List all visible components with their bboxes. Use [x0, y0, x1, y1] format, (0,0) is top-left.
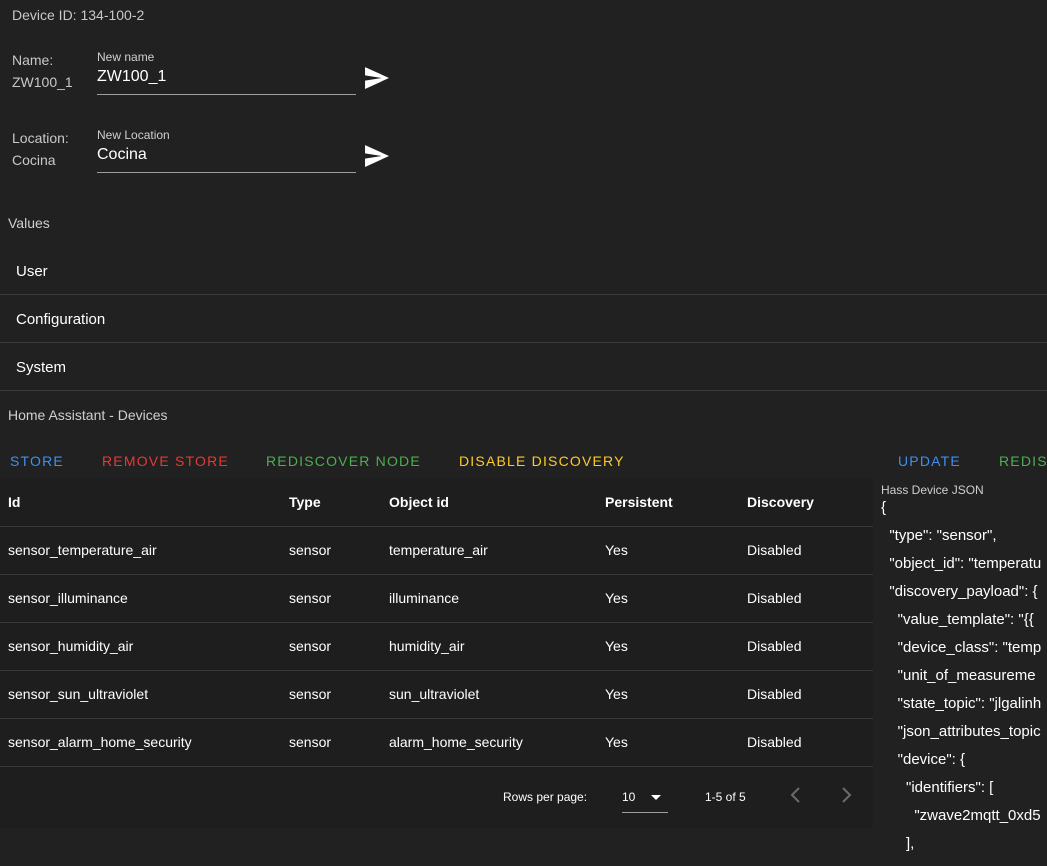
json-line: "identifiers": [ — [881, 779, 994, 796]
table-row[interactable]: sensor_temperature_air sensor temperatur… — [0, 527, 873, 575]
hass-json-editor[interactable]: { "type": "sensor", "object_id": "temper… — [881, 494, 1047, 858]
new-name-label: New name — [97, 50, 155, 64]
table-row[interactable]: sensor_alarm_home_security sensor alarm_… — [0, 719, 873, 767]
panel-configuration[interactable]: Configuration — [0, 296, 1047, 343]
header-object-id[interactable]: Object id — [389, 494, 449, 510]
next-page-button[interactable] — [838, 786, 854, 809]
device-id-label: Device ID: 134-100-2 — [12, 7, 145, 23]
store-button[interactable]: STORE — [10, 453, 64, 469]
location-label: Location: — [12, 130, 69, 146]
json-line: { — [881, 499, 887, 516]
json-line: "value_template": "{{ — [881, 611, 1038, 628]
cell-discovery: Disabled — [747, 590, 802, 606]
disable-discovery-button[interactable]: DISABLE DISCOVERY — [459, 453, 625, 469]
json-line: ], — [881, 835, 915, 852]
cell-persistent: Yes — [605, 638, 628, 654]
update-button[interactable]: UPDATE — [898, 453, 961, 469]
cell-discovery: Disabled — [747, 542, 802, 558]
new-name-input[interactable]: ZW100_1 — [97, 68, 356, 86]
chevron-down-icon — [651, 795, 661, 800]
json-line: "object_id": "temperatu — [881, 555, 1042, 572]
chevron-left-icon — [790, 787, 800, 803]
cell-object-id: illuminance — [389, 590, 460, 606]
cell-object-id: temperature_air — [389, 542, 488, 558]
rediscover-button[interactable]: REDIS — [999, 453, 1047, 469]
json-line: "device": { — [881, 751, 966, 768]
json-line: "unit_of_measureme — [881, 667, 1036, 684]
hass-title: Home Assistant - Devices — [8, 407, 168, 423]
json-line: "type": "sensor", — [881, 527, 997, 544]
header-id[interactable]: Id — [8, 494, 20, 510]
header-persistent[interactable]: Persistent — [605, 494, 673, 510]
panel-configuration-label: Configuration — [16, 310, 106, 328]
new-location-underline — [97, 172, 356, 173]
cell-discovery: Disabled — [747, 686, 802, 702]
table-row[interactable]: sensor_humidity_air sensor humidity_air … — [0, 623, 873, 671]
cell-type: sensor — [289, 542, 332, 558]
json-line: "zwave2mqtt_0xd5 — [881, 807, 1041, 824]
json-line: "discovery_payload": { — [881, 583, 1038, 600]
panel-user-label: User — [16, 262, 48, 280]
cell-persistent: Yes — [605, 590, 628, 606]
page-info: 1-5 of 5 — [705, 790, 746, 804]
header-type[interactable]: Type — [289, 494, 321, 510]
cell-object-id: humidity_air — [389, 638, 465, 654]
new-name-field[interactable]: New name ZW100_1 — [97, 50, 356, 95]
json-line: "json_attributes_topic — [881, 723, 1041, 740]
cell-persistent: Yes — [605, 734, 628, 750]
cell-discovery: Disabled — [747, 638, 802, 654]
name-value: ZW100_1 — [12, 74, 73, 90]
cell-id: sensor_alarm_home_security — [8, 734, 192, 750]
table-header: Id Type Object id Persistent Discovery — [0, 478, 873, 527]
cell-type: sensor — [289, 686, 332, 702]
panel-user[interactable]: User — [0, 248, 1047, 295]
new-location-field[interactable]: New Location Cocina — [97, 128, 356, 173]
cell-id: sensor_humidity_air — [8, 638, 134, 654]
json-line: "device_class": "temp — [881, 639, 1042, 656]
send-icon — [365, 145, 389, 167]
table-row[interactable]: sensor_illuminance sensor illuminance Ye… — [0, 575, 873, 623]
devices-table: Id Type Object id Persistent Discovery s… — [0, 478, 873, 828]
send-location-button[interactable] — [364, 145, 389, 172]
cell-id: sensor_temperature_air — [8, 542, 157, 558]
cell-discovery: Disabled — [747, 734, 802, 750]
rows-per-page-label: Rows per page: — [503, 790, 588, 804]
cell-type: sensor — [289, 734, 332, 750]
remove-store-button[interactable]: REMOVE STORE — [102, 453, 229, 469]
prev-page-button[interactable] — [788, 786, 804, 809]
send-icon — [365, 67, 389, 89]
cell-id: sensor_illuminance — [8, 590, 128, 606]
send-name-button[interactable] — [364, 67, 389, 94]
cell-type: sensor — [289, 638, 332, 654]
cell-object-id: sun_ultraviolet — [389, 686, 480, 702]
rows-per-page-select[interactable]: 10 — [622, 784, 668, 813]
table-row[interactable]: sensor_sun_ultraviolet sensor sun_ultrav… — [0, 671, 873, 719]
rediscover-node-button[interactable]: REDISCOVER NODE — [266, 453, 421, 469]
panel-system[interactable]: System — [0, 344, 1047, 391]
cell-persistent: Yes — [605, 686, 628, 702]
header-discovery[interactable]: Discovery — [747, 494, 814, 510]
json-line: "state_topic": "jlgalinh — [881, 695, 1042, 712]
cell-object-id: alarm_home_security — [389, 734, 523, 750]
cell-type: sensor — [289, 590, 332, 606]
new-location-input[interactable]: Cocina — [97, 146, 356, 164]
new-location-label: New Location — [97, 128, 170, 142]
chevron-right-icon — [842, 787, 852, 803]
rows-per-page-value: 10 — [622, 790, 636, 804]
location-value: Cocina — [12, 152, 56, 168]
cell-persistent: Yes — [605, 542, 628, 558]
new-name-underline — [97, 94, 356, 95]
name-label: Name: — [12, 52, 54, 68]
cell-id: sensor_sun_ultraviolet — [8, 686, 149, 702]
panel-system-label: System — [16, 358, 67, 376]
values-title: Values — [8, 215, 50, 231]
